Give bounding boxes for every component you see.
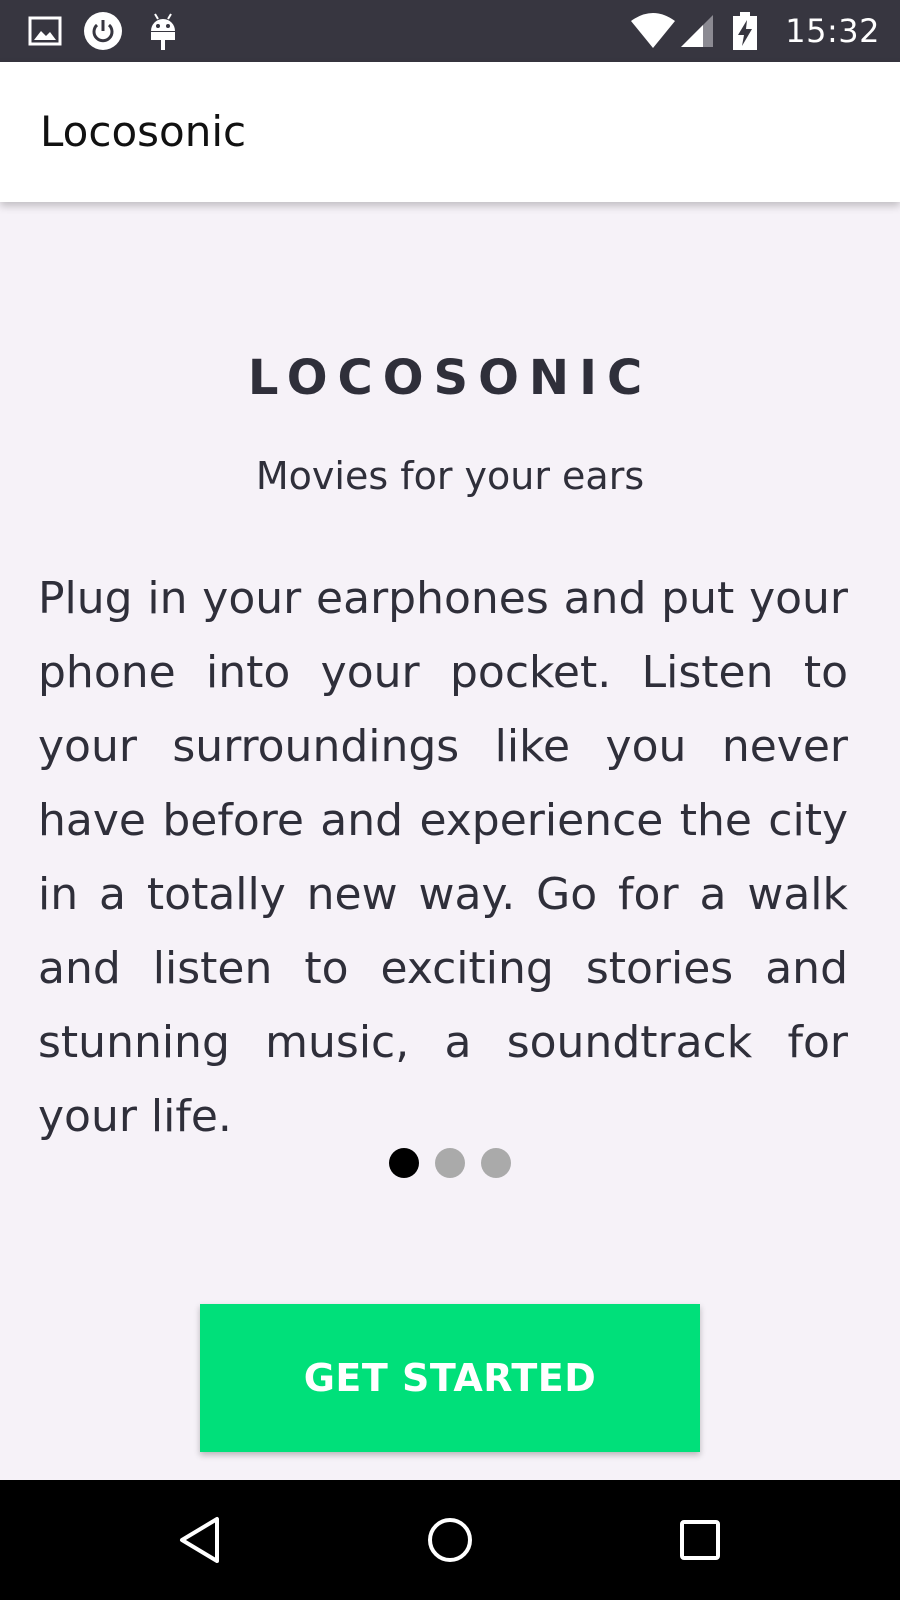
get-started-button[interactable]: GET STARTED <box>200 1304 700 1452</box>
status-bar: 15:32 <box>0 0 900 62</box>
page-indicator-dot-2[interactable] <box>435 1148 465 1178</box>
app-bar: Locosonic <box>0 62 900 202</box>
page-indicator <box>0 1148 900 1178</box>
description-text: Plug in your earphones and put your phon… <box>38 573 848 1142</box>
back-button[interactable] <box>140 1480 260 1600</box>
recents-icon <box>680 1520 720 1560</box>
signal-icon <box>678 10 716 52</box>
wifi-icon <box>630 10 676 52</box>
battery-charging-icon <box>730 10 760 52</box>
image-icon <box>26 10 64 52</box>
page-indicator-dot-3[interactable] <box>481 1148 511 1178</box>
home-icon <box>428 1518 472 1562</box>
back-icon <box>180 1517 219 1563</box>
home-button[interactable] <box>390 1480 510 1600</box>
status-time: 15:32 <box>785 12 880 50</box>
screen: 15:32 Locosonic LOCOSONIC Movies for you… <box>0 0 900 1600</box>
power-icon <box>82 10 124 52</box>
tagline: Movies for your ears <box>255 454 645 498</box>
recents-button[interactable] <box>640 1480 760 1600</box>
onboarding-page[interactable]: LOCOSONIC Movies for your ears Plug in y… <box>0 202 900 1480</box>
page-indicator-dot-1[interactable] <box>389 1148 419 1178</box>
android-icon <box>146 10 180 52</box>
navigation-bar <box>0 1480 900 1600</box>
app-title: Locosonic <box>40 107 247 156</box>
brand-heading: LOCOSONIC <box>247 350 653 406</box>
